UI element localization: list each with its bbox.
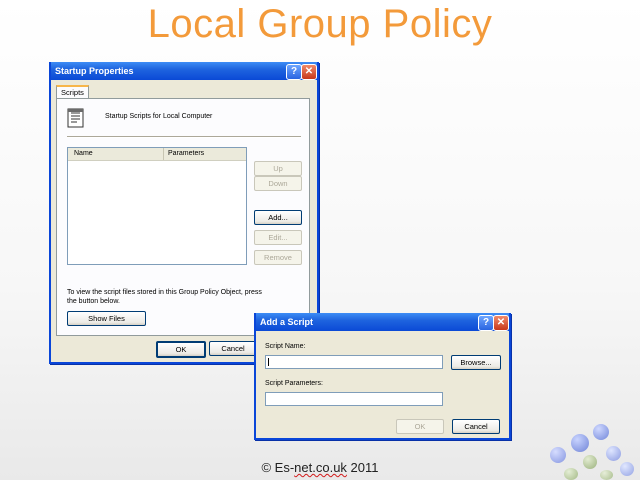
ok-button[interactable]: OK (396, 419, 444, 434)
decor-ball (593, 424, 609, 440)
scripts-tab-panel: Startup Scripts for Local Computer Name … (56, 98, 310, 336)
remove-button[interactable]: Remove (254, 250, 302, 265)
add-button[interactable]: Add... (254, 210, 302, 225)
footer-suffix: 2011 (346, 460, 379, 475)
list-header: Name Parameters (68, 148, 246, 161)
help-icon[interactable]: ? (286, 64, 302, 80)
cancel-button[interactable]: Cancel (209, 341, 257, 356)
column-header-name[interactable]: Name (74, 148, 93, 160)
show-files-button[interactable]: Show Files (67, 311, 146, 326)
browse-button[interactable]: Browse... (451, 355, 501, 370)
script-document-icon (67, 108, 84, 128)
info-text: To view the script files stored in this … (67, 289, 262, 305)
tab-scripts[interactable]: Scripts (56, 85, 89, 98)
add-script-titlebar[interactable]: Add a Script ? ✕ (256, 313, 509, 331)
decor-ball (571, 434, 589, 452)
script-name-label: Script Name: (265, 343, 306, 350)
edit-button[interactable]: Edit... (254, 230, 302, 245)
ok-button[interactable]: OK (156, 341, 206, 358)
add-script-dialog: Add a Script ? ✕ Script Name: Browse... … (254, 313, 511, 440)
close-icon[interactable]: ✕ (301, 64, 317, 80)
footer-copyright: © Es-net.co.uk 2011 (0, 460, 640, 475)
script-name-input[interactable] (265, 355, 443, 369)
footer-prefix: © Es- (261, 460, 295, 475)
startup-scripts-heading: Startup Scripts for Local Computer (105, 113, 213, 120)
down-button[interactable]: Down (254, 176, 302, 191)
scripts-list[interactable]: Name Parameters (67, 147, 247, 265)
script-parameters-label: Script Parameters: (265, 380, 323, 387)
startup-dialog-title: Startup Properties (55, 66, 134, 76)
slide-title: Local Group Policy (147, 2, 493, 46)
text-caret (268, 358, 269, 366)
close-icon[interactable]: ✕ (493, 315, 509, 331)
add-script-title: Add a Script (260, 317, 314, 327)
up-button[interactable]: Up (254, 161, 302, 176)
startup-dialog-titlebar[interactable]: Startup Properties ? ✕ (51, 62, 317, 80)
divider (67, 136, 301, 138)
footer-domain: net.co.uk (294, 460, 347, 475)
decor-ball (606, 446, 621, 461)
cancel-button[interactable]: Cancel (452, 419, 500, 434)
script-parameters-input[interactable] (265, 392, 443, 406)
help-icon[interactable]: ? (478, 315, 494, 331)
column-header-parameters[interactable]: Parameters (163, 148, 204, 160)
